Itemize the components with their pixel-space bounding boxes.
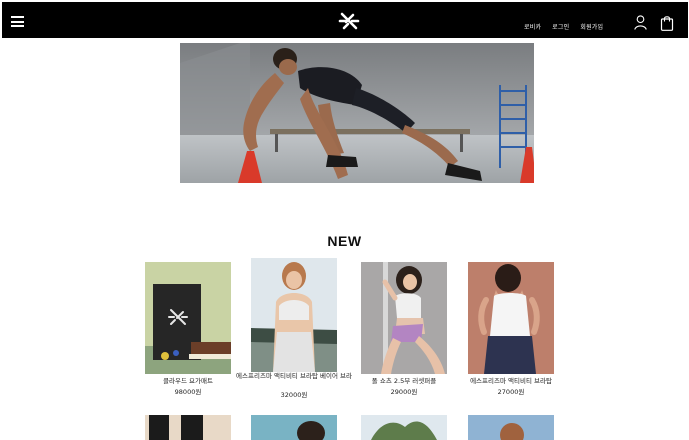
product-image[interactable] [145,415,231,440]
product-card[interactable]: 에스프리즈마 액티비티 브라탑 베이어 브라 32000원 [236,258,352,399]
section-title-new: NEW [327,233,362,249]
product-image[interactable] [251,258,337,372]
user-icon[interactable] [634,15,647,30]
header-nav: 로비카 로그인 회원가입 [524,22,603,31]
product-price: 29000원 [390,388,418,396]
product-image[interactable] [468,415,554,440]
nav-link-login[interactable]: 로그인 [552,22,569,31]
menu-icon[interactable] [11,16,24,27]
product-card[interactable]: 폴 쇼츠 2.5부 러셋퍼플 29000원 [361,262,447,402]
logo-icon[interactable] [337,9,361,33]
product-card[interactable]: 클라우드 요가매트 98000원 [145,262,231,402]
nav-link-robica[interactable]: 로비카 [524,22,541,31]
top-navigation-bar: 로비카 로그인 회원가입 [2,2,688,38]
product-name[interactable]: 클라우드 요가매트 [137,377,239,386]
hero-banner-image[interactable] [180,43,534,183]
product-image[interactable] [251,415,337,440]
shopping-bag-icon[interactable] [660,15,674,31]
product-image[interactable] [361,415,447,440]
nav-link-signup[interactable]: 회원가입 [580,22,603,31]
product-image[interactable] [361,262,447,374]
product-price: 32000원 [280,391,308,399]
product-image[interactable] [468,262,554,374]
product-image[interactable] [145,262,231,374]
product-name[interactable]: 에스프리즈마 액티비티 브라탑 베이어 브라 [233,372,355,381]
product-name[interactable]: 폴 쇼츠 2.5부 러셋퍼플 [353,377,455,386]
product-price: 98000원 [174,388,202,396]
product-card[interactable]: 에스프리즈마 액티비티 브라탑 27000원 [468,262,554,402]
product-name[interactable]: 에스프리즈마 액티비티 브라탑 [454,377,568,386]
product-price: 27000원 [497,388,525,396]
